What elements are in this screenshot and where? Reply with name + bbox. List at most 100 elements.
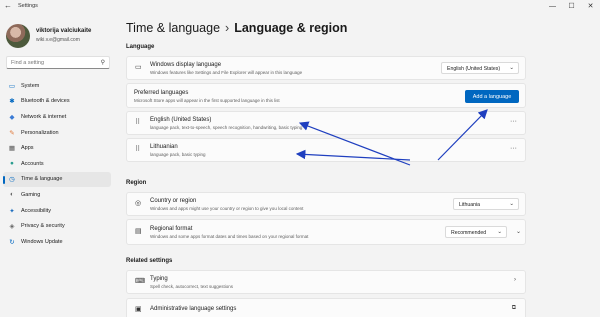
sidebar-item-label: Bluetooth & devices (21, 98, 70, 105)
close-button[interactable]: ✕ (581, 0, 600, 14)
country-region-card: ◎ Country or region Windows and apps mig… (126, 192, 526, 216)
breadcrumb-separator: › (225, 21, 230, 35)
section-title-region: Region (126, 180, 147, 186)
section-title-language: Language (126, 44, 155, 50)
typing-title: Typing (150, 276, 168, 282)
apps-icon: ▦ (8, 145, 16, 153)
external-link-icon: ⧉ (511, 305, 516, 311)
more-options-icon[interactable]: ··· (510, 145, 517, 152)
sidebar-item-label: Gaming (21, 191, 41, 198)
sidebar-item-label: System (21, 82, 40, 89)
avatar (6, 24, 30, 48)
sidebar-item-accessibility[interactable]: ✦ Accessibility (3, 203, 111, 219)
language-item-subtitle: language pack, basic typing (150, 152, 206, 157)
breadcrumb: Time & language › Language & region (126, 21, 347, 35)
chevron-right-icon: › (514, 277, 516, 283)
sidebar-item-label: Windows Update (21, 238, 63, 245)
window-controls: — ☐ ✕ (543, 0, 600, 14)
country-region-title: Country or region (150, 198, 197, 204)
preferred-languages-subtitle: Microsoft Store apps will appear in the … (134, 98, 280, 103)
language-item-english[interactable]: ⠿ English (United States) language pack,… (126, 111, 526, 135)
add-language-button[interactable]: Add a language (465, 90, 519, 103)
personalization-icon: ✎ (9, 129, 15, 137)
back-arrow-icon[interactable]: ← (4, 1, 12, 10)
regional-format-dropdown[interactable]: Recommended ⌄ (445, 226, 507, 238)
typing-subtitle: Spell check, autocorrect, text suggestio… (150, 284, 234, 289)
language-settings-icon: ▣ (135, 306, 142, 313)
regional-format-card[interactable]: ▤ Regional format Windows and some apps … (126, 219, 526, 245)
sidebar-item-label: Apps (21, 145, 34, 152)
time-language-icon: ◷ (9, 176, 15, 184)
sidebar-item-personalization[interactable]: ✎ Personalization (3, 125, 111, 141)
sidebar-item-label: Accessibility (21, 207, 51, 214)
admin-language-card[interactable]: ▣ Administrative language settings ⧉ (126, 298, 526, 317)
sidebar-item-apps[interactable]: ▦ Apps (3, 140, 111, 156)
language-item-title: English (United States) (150, 117, 212, 123)
display-language-title: Windows display language (150, 62, 222, 68)
display-language-subtitle: Windows features like Settings and File … (150, 70, 303, 75)
more-options-icon[interactable]: ··· (510, 118, 517, 125)
main-content: Time & language › Language & region Langua… (118, 14, 600, 317)
window-title: Settings (18, 3, 38, 9)
sidebar-item-accounts[interactable]: ● Accounts (3, 156, 111, 172)
country-region-value: Lithuania (459, 202, 481, 208)
chevron-down-icon: ⌄ (509, 201, 514, 207)
page-title: Language & region (234, 21, 348, 35)
sidebar-item-label: Accounts (21, 160, 44, 167)
profile-email: wiki.v.e@gmail.com (36, 37, 80, 43)
drag-handle-icon[interactable]: ⠿ (135, 118, 140, 126)
network-icon: ◆ (9, 113, 15, 121)
country-region-subtitle: Windows and apps might use your country … (150, 206, 304, 211)
sidebar-item-system[interactable]: ▭ System (3, 78, 111, 94)
section-title-related: Related settings (126, 258, 173, 264)
admin-language-title: Administrative language settings (150, 306, 237, 312)
system-icon: ▭ (8, 82, 16, 90)
sidebar-item-label: Time & language (21, 176, 63, 183)
sidebar-item-network-internet[interactable]: ◆ Network & internet (3, 109, 111, 125)
breadcrumb-parent[interactable]: Time & language (126, 21, 220, 35)
preferred-languages-title: Preferred languages (134, 90, 189, 96)
display-language-value: English (United States) (447, 66, 501, 72)
display-language-card: ▭ Windows display language Windows featu… (126, 56, 526, 80)
sidebar-item-time-language[interactable]: ◷ Time & language (3, 171, 111, 188)
title-bar: ← Settings — ☐ ✕ (0, 0, 600, 14)
regional-format-value: Recommended (451, 230, 487, 236)
regional-format-title: Regional format (150, 226, 193, 232)
gaming-icon: ◐ (10, 191, 14, 199)
sidebar-item-bluetooth-devices[interactable]: ✱ Bluetooth & devices (3, 94, 111, 110)
minimize-button[interactable]: — (543, 0, 562, 14)
sidebar-item-gaming[interactable]: ◐ Gaming (3, 187, 111, 203)
sidebar-item-label: Personalization (21, 129, 59, 136)
bluetooth-icon: ✱ (9, 98, 15, 106)
regional-format-subtitle: Windows and some apps format dates and t… (150, 234, 309, 239)
search-input[interactable] (11, 59, 95, 67)
language-item-subtitle: language pack, text-to-speech, speech re… (150, 125, 303, 130)
maximize-button[interactable]: ☐ (562, 0, 581, 14)
display-language-dropdown[interactable]: English (United States) ⌄ (441, 62, 519, 74)
search-icon[interactable]: ⚲ (101, 59, 105, 66)
sidebar-item-label: Network & internet (21, 113, 67, 120)
drag-handle-icon[interactable]: ⠿ (135, 145, 140, 153)
globe-icon: ◎ (135, 200, 142, 207)
windows-update-icon: ↻ (9, 238, 15, 246)
sidebar-item-windows-update[interactable]: ↻ Windows Update (3, 234, 111, 250)
expand-chevron-icon[interactable]: ⌄ (516, 228, 521, 235)
monitor-icon: ▭ (135, 64, 142, 71)
sidebar-nav: ▭ System ✱ Bluetooth & devices ◆ Network & in… (3, 78, 111, 250)
language-item-title: Lithuanian (150, 144, 178, 150)
preferred-languages-card: Preferred languages Microsoft Store apps… (126, 83, 526, 108)
user-profile[interactable]: viktorija valciukaite wiki.v.e@gmail.com (6, 24, 116, 50)
keyboard-icon: ⌨ (135, 278, 146, 285)
profile-name: viktorija valciukaite (36, 28, 92, 34)
chevron-down-icon: ⌄ (497, 229, 502, 235)
privacy-icon: ◈ (9, 223, 15, 231)
language-item-lithuanian[interactable]: ⠿ Lithuanian language pack, basic typing… (126, 138, 526, 162)
sidebar: viktorija valciukaite wiki.v.e@gmail.com… (0, 14, 118, 317)
sidebar-item-privacy-security[interactable]: ◈ Privacy & security (3, 218, 111, 234)
accessibility-icon: ✦ (9, 207, 15, 215)
country-region-dropdown[interactable]: Lithuania ⌄ (453, 198, 519, 210)
chevron-down-icon: ⌄ (509, 65, 514, 71)
typing-card[interactable]: ⌨ Typing Spell check, autocorrect, text … (126, 270, 526, 294)
accounts-icon: ● (10, 160, 14, 168)
sidebar-item-label: Privacy & security (21, 223, 65, 230)
